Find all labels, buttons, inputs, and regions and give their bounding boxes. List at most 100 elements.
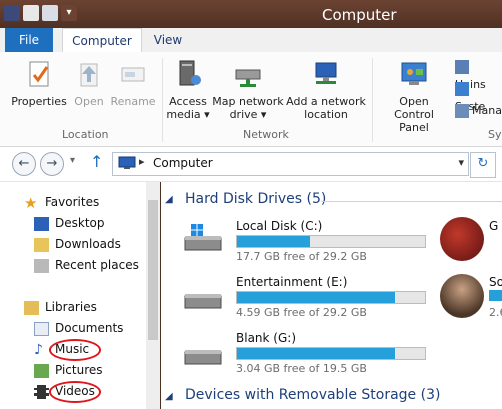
drive-free-space-partial: 2.6 <box>489 306 502 319</box>
drive-usage-fill <box>237 348 395 359</box>
uninstall-icon <box>455 60 469 74</box>
location-group-label: Location <box>62 128 109 141</box>
navigation-pane: ★ Favorites Desktop Downloads Recent plac… <box>0 182 160 409</box>
tab-view[interactable]: View <box>148 28 188 52</box>
back-button[interactable]: ← <box>12 152 36 176</box>
nav-pictures-label: Pictures <box>55 363 103 377</box>
profile-photo-drive-icon[interactable] <box>440 274 484 318</box>
nav-libraries[interactable]: Libraries <box>24 297 97 317</box>
properties-qat-icon[interactable] <box>23 5 39 21</box>
drive-free-space: 4.59 GB free of 29.2 GB <box>236 306 367 319</box>
drive-free-space: 3.04 GB free of 19.5 GB <box>236 362 367 375</box>
drive-item[interactable]: Local Disk (C:) 17.7 GB free of 29.2 GB <box>236 219 436 265</box>
cricket-ball-drive-icon[interactable] <box>440 217 484 261</box>
address-path[interactable]: Computer <box>153 156 213 170</box>
nav-desktop-label: Desktop <box>55 216 105 230</box>
control-panel-icon <box>401 62 427 85</box>
map-network-drive-button[interactable]: Map network drive ▾ <box>211 58 285 121</box>
quick-access-toolbar: ▾ <box>4 5 77 21</box>
tab-computer[interactable]: Computer <box>62 28 142 54</box>
title-bar: ▾ Computer <box>0 0 502 28</box>
address-dropdown-icon[interactable]: ▾ <box>458 156 464 169</box>
map-drive-label-2: drive ▾ <box>229 108 267 121</box>
control-panel-label-2: Panel <box>399 121 429 134</box>
network-group-label: Network <box>243 128 289 141</box>
drive-name-partial[interactable]: So <box>489 275 502 289</box>
section-divider <box>321 201 502 202</box>
map-drive-label-1: Map network <box>212 95 284 108</box>
videos-filmstrip-icon <box>34 384 49 399</box>
control-panel-label-1: Open Control <box>394 95 434 121</box>
drive-name-partial[interactable]: G <box>489 219 498 233</box>
nav-libraries-label: Libraries <box>45 300 97 314</box>
manage-icon <box>455 104 469 118</box>
access-media-label-2: media ▾ <box>166 108 210 121</box>
recent-places-icon <box>34 258 49 273</box>
computer-icon <box>118 156 136 169</box>
nav-recent-places[interactable]: Recent places <box>34 255 139 275</box>
drive-usage-fill <box>237 236 311 247</box>
nav-scrollbar-thumb[interactable] <box>148 200 158 340</box>
nav-recent-label: Recent places <box>55 258 139 272</box>
open-label: Open <box>74 95 104 108</box>
uninstall-program-item[interactable]: Unins <box>455 58 502 91</box>
hard-drive-icon <box>184 294 222 309</box>
address-bar[interactable]: ▸ Computer ▾ <box>112 152 469 176</box>
add-location-label-1: Add a network <box>286 95 366 108</box>
ribbon-tabs: File Computer View <box>0 28 502 54</box>
nav-documents[interactable]: Documents <box>34 318 123 338</box>
open-icon <box>80 63 98 87</box>
manage-item[interactable]: Mana <box>455 102 502 120</box>
add-network-location-button[interactable]: Add a network location <box>286 58 366 121</box>
nav-downloads[interactable]: Downloads <box>34 234 121 254</box>
downloads-icon <box>34 237 49 252</box>
drive-usage-fill <box>237 292 395 303</box>
collapse-removable-icon[interactable]: ◢ <box>165 391 173 402</box>
system-properties-icon <box>455 82 469 96</box>
window-icon[interactable] <box>4 5 20 21</box>
up-button[interactable]: ↑ <box>90 152 103 171</box>
nav-desktop[interactable]: Desktop <box>34 213 105 233</box>
breadcrumb-separator[interactable]: ▸ <box>139 155 145 168</box>
hard-drive-icon <box>184 350 222 365</box>
open-button[interactable]: Open <box>70 58 108 108</box>
system-properties-item[interactable]: Syste <box>455 80 502 113</box>
drive-free-space: 17.7 GB free of 29.2 GB <box>236 250 367 263</box>
refresh-button[interactable]: ↻ <box>470 152 496 178</box>
access-media-button[interactable]: Access media ▾ <box>166 58 210 121</box>
nav-favorites[interactable]: ★ Favorites <box>24 192 99 212</box>
ribbon-separator <box>372 58 373 142</box>
recent-locations-dropdown[interactable]: ▾ <box>70 155 75 166</box>
qat-dropdown-icon[interactable]: ▾ <box>61 5 77 21</box>
network-drive-icon <box>235 69 261 87</box>
rename-icon <box>121 67 145 82</box>
annotation-circle-videos <box>49 381 101 403</box>
open-control-panel-button[interactable]: Open Control Panel <box>378 58 450 134</box>
collapse-hard-disks-icon[interactable]: ◢ <box>165 194 173 205</box>
removable-storage-heading[interactable]: Devices with Removable Storage (3) <box>185 387 440 403</box>
content-pane: ◢ Hard Disk Drives (5) Local Disk (C:) 1… <box>161 182 502 409</box>
drive-item[interactable]: Blank (G:) 3.04 GB free of 19.5 GB <box>236 331 436 377</box>
hard-disk-drives-heading[interactable]: Hard Disk Drives (5) <box>185 191 326 207</box>
add-location-icon <box>315 62 337 84</box>
navigation-bar: ← → ▾ ↑ ▸ Computer ▾ ↻ <box>0 147 502 182</box>
new-folder-qat-icon[interactable] <box>42 5 58 21</box>
nav-favorites-label: Favorites <box>45 195 100 209</box>
nav-documents-label: Documents <box>55 321 124 335</box>
window-title: Computer <box>322 6 397 24</box>
nav-pictures[interactable]: Pictures <box>34 360 103 380</box>
properties-button[interactable]: Properties <box>10 58 68 108</box>
drive-usage-bar <box>236 291 426 304</box>
media-server-icon <box>179 60 201 86</box>
forward-button[interactable]: → <box>40 152 64 176</box>
ribbon: Properties Open Rename Location Access m… <box>0 52 502 147</box>
rename-button[interactable]: Rename <box>110 58 156 108</box>
manage-label: Mana <box>472 104 502 117</box>
tab-file[interactable]: File <box>5 28 53 52</box>
drive-item[interactable]: Entertainment (E:) 4.59 GB free of 29.2 … <box>236 275 436 321</box>
ribbon-separator <box>162 58 163 142</box>
annotation-circle-music <box>49 339 101 361</box>
star-icon: ★ <box>24 193 38 212</box>
system-group-label: Sy <box>488 128 502 141</box>
pictures-icon <box>34 363 49 378</box>
